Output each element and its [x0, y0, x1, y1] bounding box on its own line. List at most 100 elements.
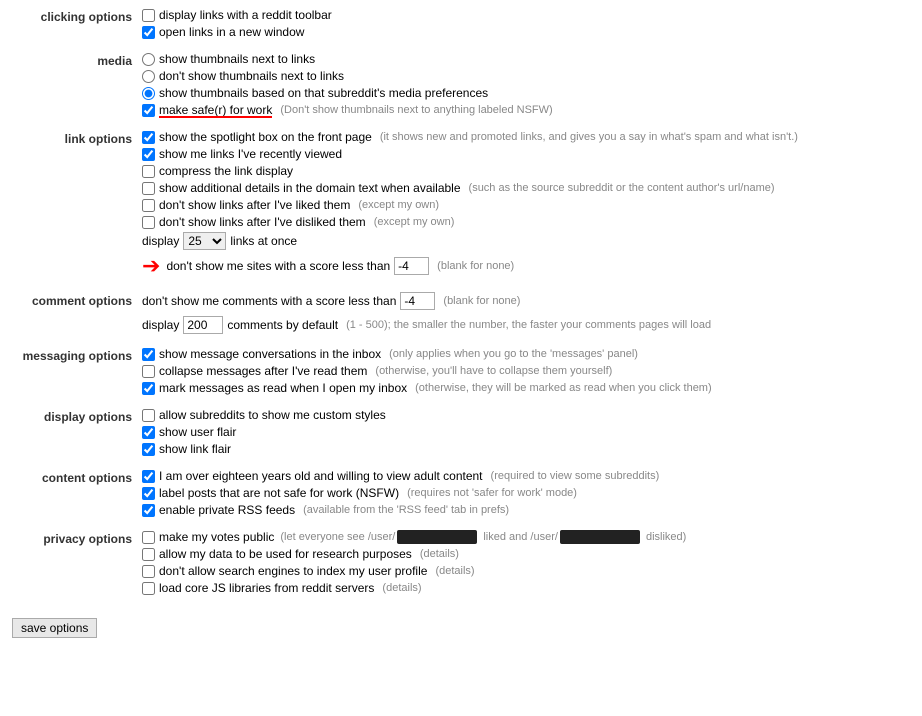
hint-make-votes-public-3: disliked): [646, 531, 686, 543]
row-recently-viewed: show me links I've recently viewed: [142, 147, 910, 161]
label-label-nsfw[interactable]: label posts that are not safe for work (…: [142, 486, 577, 500]
label-compress-link[interactable]: compress the link display: [142, 164, 293, 178]
hint-search-engines: (details): [435, 565, 474, 577]
row-score-filter: ➔ don't show me sites with a score less …: [142, 253, 910, 279]
label-open-links-new-window[interactable]: open links in a new window: [142, 25, 304, 39]
comment-options-content: don't show me comments with a score less…: [142, 292, 910, 337]
row-private-rss: enable private RSS feeds (available from…: [142, 503, 910, 517]
label-private-rss[interactable]: enable private RSS feeds (available from…: [142, 503, 509, 517]
checkbox-private-rss[interactable]: [142, 504, 155, 517]
clicking-options-content: display links with a reddit toolbar open…: [142, 8, 910, 42]
hint-dont-show-liked: (except my own): [358, 199, 439, 211]
label-dont-show-thumbnails[interactable]: don't show thumbnails next to links: [142, 69, 344, 83]
checkbox-core-js[interactable]: [142, 582, 155, 595]
checkbox-make-safe[interactable]: [142, 104, 155, 117]
hint-dont-show-disliked: (except my own): [374, 216, 455, 228]
hint-make-safe: (Don't show thumbnails next to anything …: [280, 104, 552, 116]
comment-score-input[interactable]: [400, 292, 435, 310]
checkbox-collapse-messages[interactable]: [142, 365, 155, 378]
label-core-js[interactable]: load core JS libraries from reddit serve…: [142, 581, 422, 595]
row-display-links: display links with a reddit toolbar: [142, 8, 910, 22]
label-spotlight-box[interactable]: show the spotlight box on the front page…: [142, 130, 798, 144]
label-display-links[interactable]: display links with a reddit toolbar: [142, 8, 332, 22]
hint-additional-details: (such as the source subreddit or the con…: [469, 182, 775, 194]
label-make-votes-public[interactable]: make my votes public: [142, 530, 274, 544]
checkbox-mark-messages-read[interactable]: [142, 382, 155, 395]
label-eighteen-plus[interactable]: I am over eighteen years old and willing…: [142, 469, 659, 483]
text-make-safe: make safe(r) for work: [159, 103, 272, 117]
text-spotlight-box: show the spotlight box on the front page: [159, 130, 372, 144]
text-display-links: display links with a reddit toolbar: [159, 8, 332, 22]
label-message-conversations[interactable]: show message conversations in the inbox …: [142, 347, 638, 361]
censored-username-1: [397, 530, 477, 544]
label-mark-messages-read[interactable]: mark messages as read when I open my inb…: [142, 381, 712, 395]
hint-spotlight-box: (it shows new and promoted links, and gi…: [380, 131, 798, 143]
checkbox-spotlight-box[interactable]: [142, 131, 155, 144]
radio-dont-show-thumbnails[interactable]: [142, 70, 155, 83]
display-label: display: [142, 234, 179, 248]
checkbox-search-engines[interactable]: [142, 565, 155, 578]
hint-eighteen-plus: (required to view some subreddits): [491, 470, 660, 482]
row-dont-show-thumbnails: don't show thumbnails next to links: [142, 69, 910, 83]
label-show-link-flair[interactable]: show link flair: [142, 442, 231, 456]
checkbox-custom-styles[interactable]: [142, 409, 155, 422]
label-collapse-messages[interactable]: collapse messages after I've read them (…: [142, 364, 612, 378]
row-additional-details: show additional details in the domain te…: [142, 181, 910, 195]
hint-label-nsfw: (requires not 'safer for work' mode): [407, 487, 577, 499]
label-show-user-flair[interactable]: show user flair: [142, 425, 236, 439]
clicking-options-section: clicking options display links with a re…: [12, 8, 910, 42]
clicking-options-label: clicking options: [12, 8, 142, 42]
row-show-thumbnails: show thumbnails next to links: [142, 52, 910, 66]
checkbox-display-links[interactable]: [142, 9, 155, 22]
row-search-engines: don't allow search engines to index my u…: [142, 564, 910, 578]
checkbox-show-link-flair[interactable]: [142, 443, 155, 456]
label-custom-styles[interactable]: allow subreddits to show me custom style…: [142, 408, 386, 422]
label-subreddit-thumbnails[interactable]: show thumbnails based on that subreddit'…: [142, 86, 488, 100]
label-research-data[interactable]: allow my data to be used for research pu…: [142, 547, 459, 561]
row-show-link-flair: show link flair: [142, 442, 910, 456]
comments-default-input[interactable]: [183, 316, 223, 334]
checkbox-recently-viewed[interactable]: [142, 148, 155, 161]
row-make-votes-public: make my votes public (let everyone see /…: [142, 530, 910, 544]
checkbox-research-data[interactable]: [142, 548, 155, 561]
label-make-safe[interactable]: make safe(r) for work: [142, 103, 272, 117]
checkbox-dont-show-disliked[interactable]: [142, 216, 155, 229]
score-filter-input[interactable]: [394, 257, 429, 275]
privacy-options-label: privacy options: [12, 530, 142, 598]
checkbox-additional-details[interactable]: [142, 182, 155, 195]
comments-default-display-label: display: [142, 318, 179, 332]
messaging-options-section: messaging options show message conversat…: [12, 347, 910, 398]
row-core-js: load core JS libraries from reddit serve…: [142, 581, 910, 595]
checkbox-dont-show-liked[interactable]: [142, 199, 155, 212]
row-compress-link: compress the link display: [142, 164, 910, 178]
hint-core-js: (details): [382, 582, 421, 594]
label-dont-show-disliked[interactable]: don't show links after I've disliked the…: [142, 215, 454, 229]
text-show-thumbnails: show thumbnails next to links: [159, 52, 315, 66]
checkbox-label-nsfw[interactable]: [142, 487, 155, 500]
checkbox-make-votes-public[interactable]: [142, 531, 155, 544]
comment-score-hint: (blank for none): [443, 295, 520, 307]
privacy-options-content: make my votes public (let everyone see /…: [142, 530, 910, 598]
checkbox-show-user-flair[interactable]: [142, 426, 155, 439]
row-show-user-flair: show user flair: [142, 425, 910, 439]
row-dont-show-liked: don't show links after I've liked them (…: [142, 198, 910, 212]
radio-show-thumbnails[interactable]: [142, 53, 155, 66]
checkbox-open-links-new-window[interactable]: [142, 26, 155, 39]
text-dont-show-thumbnails: don't show thumbnails next to links: [159, 69, 344, 83]
text-recently-viewed: show me links I've recently viewed: [159, 147, 342, 161]
checkbox-eighteen-plus[interactable]: [142, 470, 155, 483]
row-comment-score: don't show me comments with a score less…: [142, 292, 910, 310]
text-open-links-new-window: open links in a new window: [159, 25, 304, 39]
text-subreddit-thumbnails: show thumbnails based on that subreddit'…: [159, 86, 488, 100]
label-show-thumbnails[interactable]: show thumbnails next to links: [142, 52, 315, 66]
label-dont-show-liked[interactable]: don't show links after I've liked them (…: [142, 198, 439, 212]
row-open-links-new-window: open links in a new window: [142, 25, 910, 39]
links-per-page-select[interactable]: 10 25 50 100: [183, 232, 226, 250]
radio-subreddit-thumbnails[interactable]: [142, 87, 155, 100]
label-search-engines[interactable]: don't allow search engines to index my u…: [142, 564, 475, 578]
label-recently-viewed[interactable]: show me links I've recently viewed: [142, 147, 342, 161]
checkbox-message-conversations[interactable]: [142, 348, 155, 361]
label-additional-details[interactable]: show additional details in the domain te…: [142, 181, 775, 195]
save-options-button[interactable]: save options: [12, 618, 97, 638]
checkbox-compress-link[interactable]: [142, 165, 155, 178]
